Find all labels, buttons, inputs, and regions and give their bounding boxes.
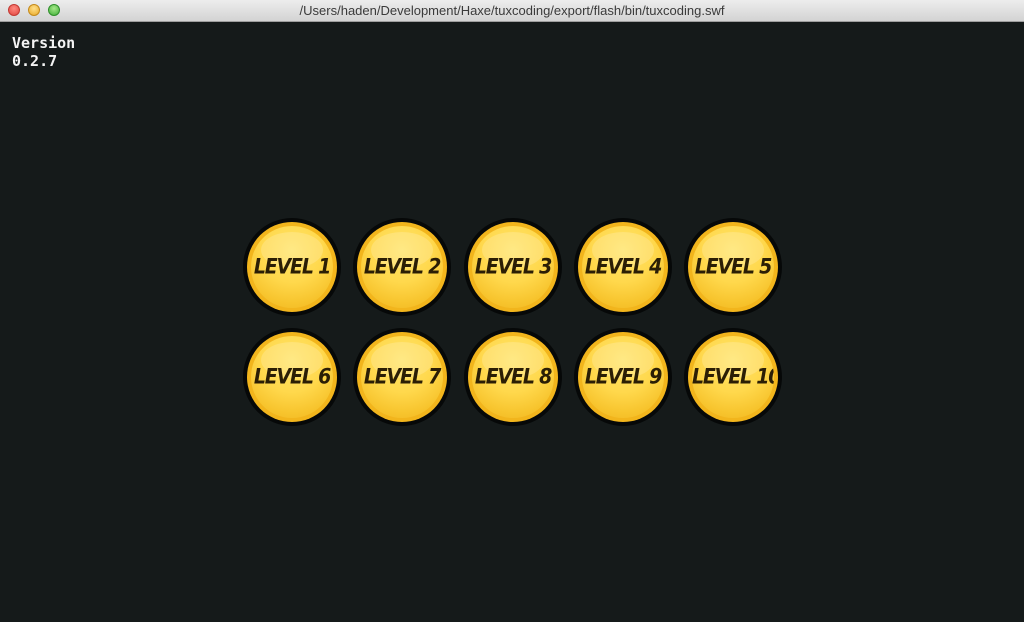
coin-rim: LEVEL 6 — [247, 332, 337, 422]
level-label: LEVEL 8 — [474, 364, 553, 390]
level-select-grid: LEVEL 1 LEVEL 2 LEVEL 3 LEVEL 4 LEVEL 5 … — [243, 218, 783, 428]
level-label: LEVEL 9 — [584, 364, 663, 390]
level-label: LEVEL 6 — [253, 364, 332, 390]
level-8-button[interactable]: LEVEL 8 — [464, 328, 562, 426]
coin-face: LEVEL 3 — [472, 226, 554, 308]
coin-face: LEVEL 10 — [692, 336, 774, 418]
version-info: Version 0.2.7 — [12, 34, 75, 70]
coin-face: LEVEL 9 — [582, 336, 664, 418]
coin-rim: LEVEL 4 — [578, 222, 668, 312]
level-1-button[interactable]: LEVEL 1 — [243, 218, 341, 316]
level-label: LEVEL 7 — [363, 364, 442, 390]
coin-face: LEVEL 7 — [361, 336, 443, 418]
level-7-button[interactable]: LEVEL 7 — [353, 328, 451, 426]
window-title: /Users/haden/Development/Haxe/tuxcoding/… — [299, 3, 725, 18]
coin-face: LEVEL 6 — [251, 336, 333, 418]
level-3-button[interactable]: LEVEL 3 — [464, 218, 562, 316]
level-label: LEVEL 1 — [253, 254, 332, 280]
coin-rim: LEVEL 7 — [357, 332, 447, 422]
version-number: 0.2.7 — [12, 52, 58, 70]
level-label: LEVEL 2 — [363, 254, 442, 280]
coin-rim: LEVEL 5 — [688, 222, 778, 312]
coin-rim: LEVEL 8 — [468, 332, 558, 422]
level-label: LEVEL 3 — [474, 254, 553, 280]
coin-rim: LEVEL 2 — [357, 222, 447, 312]
level-2-button[interactable]: LEVEL 2 — [353, 218, 451, 316]
level-label: LEVEL 4 — [584, 254, 663, 280]
level-10-button[interactable]: LEVEL 10 — [684, 328, 782, 426]
app-window: /Users/haden/Development/Haxe/tuxcoding/… — [0, 0, 1024, 622]
title-bar[interactable]: /Users/haden/Development/Haxe/tuxcoding/… — [0, 0, 1024, 22]
level-5-button[interactable]: LEVEL 5 — [684, 218, 782, 316]
coin-face: LEVEL 1 — [251, 226, 333, 308]
level-label: LEVEL 5 — [694, 254, 773, 280]
coin-rim: LEVEL 10 — [688, 332, 778, 422]
version-label: Version — [12, 34, 76, 52]
coin-face: LEVEL 8 — [472, 336, 554, 418]
level-label: LEVEL 10 — [692, 364, 774, 390]
coin-rim: LEVEL 9 — [578, 332, 668, 422]
level-4-button[interactable]: LEVEL 4 — [574, 218, 672, 316]
level-6-button[interactable]: LEVEL 6 — [243, 328, 341, 426]
coin-face: LEVEL 5 — [692, 226, 774, 308]
coin-rim: LEVEL 3 — [468, 222, 558, 312]
level-9-button[interactable]: LEVEL 9 — [574, 328, 672, 426]
coin-face: LEVEL 4 — [582, 226, 664, 308]
coin-rim: LEVEL 1 — [247, 222, 337, 312]
coin-face: LEVEL 2 — [361, 226, 443, 308]
